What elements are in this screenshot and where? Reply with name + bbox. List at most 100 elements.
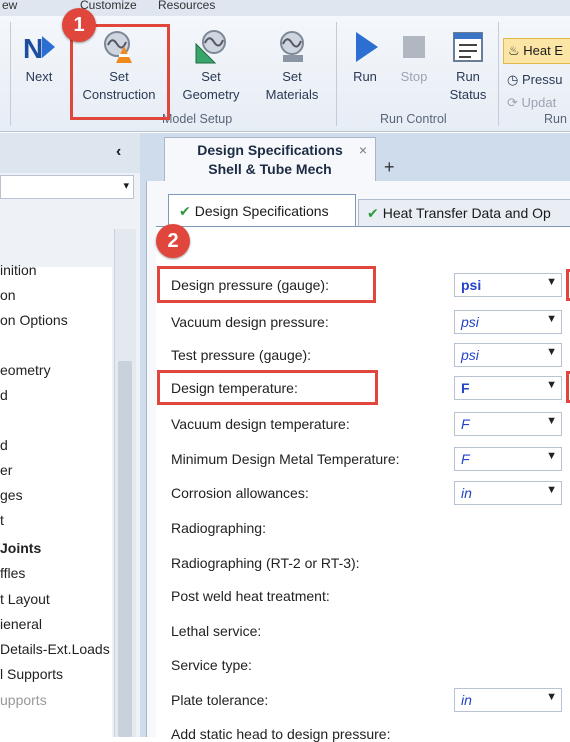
tree-item[interactable]: ieneral xyxy=(0,616,42,632)
update-icon: ⟳ xyxy=(507,95,518,110)
tree-item[interactable]: on xyxy=(0,287,16,303)
next-arrow-icon: N xyxy=(23,33,55,64)
geometry-icon xyxy=(195,30,226,64)
tree-item[interactable]: on Options xyxy=(0,312,68,328)
tab-heat-transfer-data[interactable]: ✔ Heat Transfer Data and Op xyxy=(358,199,570,226)
run-status-icon xyxy=(453,32,483,62)
unit-select[interactable]: F ▼ xyxy=(454,447,562,471)
run-status-button[interactable]: Run Status xyxy=(444,30,492,104)
gauge-icon: ◷ xyxy=(507,72,519,87)
run-label: Run xyxy=(353,69,377,84)
highlight-design-temperature-value xyxy=(566,371,570,403)
ribbon-separator xyxy=(10,22,11,126)
dropdown-arrow-icon: ▼ xyxy=(546,346,557,358)
add-tab-icon[interactable]: + xyxy=(384,157,395,178)
stop-button[interactable]: Stop xyxy=(394,30,434,86)
menu-view[interactable]: ew xyxy=(2,0,17,12)
dropdown-arrow-icon: ▼ xyxy=(546,379,557,391)
run-button[interactable]: Run xyxy=(346,30,384,86)
tree-item[interactable]: d xyxy=(0,387,8,403)
set-geometry-button[interactable]: Set Geometry xyxy=(176,30,246,104)
tab-design-specifications-label: Design Specifications xyxy=(194,203,329,219)
heat-exchanger-icon: ♨ xyxy=(508,43,520,58)
unit-select[interactable]: psi ▼ xyxy=(454,273,562,297)
field-label: Minimum Design Metal Temperature: xyxy=(171,451,400,467)
tree-item[interactable]: d xyxy=(0,437,8,453)
svg-text:N: N xyxy=(23,33,43,64)
tree-item[interactable]: ffles xyxy=(0,565,25,581)
document-tab[interactable]: Design Specifications Shell & Tube Mech … xyxy=(164,137,376,181)
unit-select[interactable]: in ▼ xyxy=(454,481,562,505)
next-label: Next xyxy=(25,69,53,84)
unit-value: in xyxy=(461,485,472,501)
field-label: Plate tolerance: xyxy=(171,692,269,708)
document-tab-title: Design Specifications xyxy=(197,142,343,158)
close-icon[interactable]: × xyxy=(359,141,367,160)
play-icon xyxy=(356,32,378,62)
run-control-group-label: Run Control xyxy=(380,112,447,126)
set-geometry-label-1: Set xyxy=(201,69,221,84)
pressure-button[interactable]: ◷ Pressu xyxy=(507,72,562,88)
field-label: Test pressure (gauge): xyxy=(171,347,312,363)
unit-value: F xyxy=(461,416,470,432)
next-button[interactable]: N Next xyxy=(16,30,62,86)
tab-heat-transfer-data-label: Heat Transfer Data and Op xyxy=(382,205,551,221)
field-label: Service type: xyxy=(171,657,252,673)
run-status-label-1: Run xyxy=(456,69,480,84)
collapse-chevron-icon[interactable]: ‹ xyxy=(116,143,121,161)
field-label: Vacuum design temperature: xyxy=(171,416,350,432)
tree-item[interactable]: ges xyxy=(0,487,23,503)
tree-item[interactable]: l Supports xyxy=(0,666,63,682)
step-badge-2: 2 xyxy=(156,224,190,258)
unit-select[interactable]: F ▼ xyxy=(454,376,562,400)
heat-exchanger-button[interactable]: ♨ Heat E xyxy=(503,38,570,64)
materials-icon xyxy=(280,31,304,62)
left-panel-header: ‹ xyxy=(0,133,140,173)
tree-item[interactable]: Joints xyxy=(0,540,41,556)
unit-select[interactable]: F ▼ xyxy=(454,412,562,436)
dropdown-arrow-icon: ▼ xyxy=(546,313,557,325)
set-materials-button[interactable]: Set Materials xyxy=(256,30,328,104)
unit-select[interactable]: in ▼ xyxy=(454,688,562,712)
tree-item[interactable]: upports xyxy=(0,692,47,708)
heat-exchanger-label: Heat E xyxy=(523,43,564,58)
set-materials-label-1: Set xyxy=(282,69,302,84)
dropdown-arrow-icon: ▼ xyxy=(546,484,557,496)
tab-design-specifications[interactable]: ✔ Design Specifications xyxy=(168,194,356,226)
field-label: Radiographing: xyxy=(171,520,266,536)
unit-value: F xyxy=(461,380,470,396)
chevron-down-icon: ▾ xyxy=(123,180,129,192)
menu-resources[interactable]: Resources xyxy=(158,0,215,12)
tree-item[interactable]: inition xyxy=(0,262,37,278)
stop-label: Stop xyxy=(400,69,428,84)
tree-item[interactable]: Details-Ext.Loads xyxy=(0,641,110,657)
tree-item[interactable]: er xyxy=(0,462,12,478)
model-setup-group-label: Model Setup xyxy=(162,112,233,126)
highlight-design-temperature xyxy=(157,370,378,405)
field-label: Vacuum design pressure: xyxy=(171,314,329,330)
field-label: Add static head to design pressure: xyxy=(171,726,391,742)
run-status-label-2: Status xyxy=(449,87,487,102)
field-label: Corrosion allowances: xyxy=(171,485,309,501)
checkmark-icon: ✔ xyxy=(179,203,191,219)
stop-icon xyxy=(403,36,425,58)
unit-value: psi xyxy=(461,314,479,330)
unit-select[interactable]: psi ▼ xyxy=(454,310,562,334)
checkmark-icon: ✔ xyxy=(367,205,379,221)
tree-item[interactable]: t xyxy=(0,512,4,528)
navigation-combo[interactable]: ▾ xyxy=(0,175,134,199)
ribbon-separator xyxy=(336,22,337,126)
document-tab-subtitle: Shell & Tube Mech xyxy=(208,161,332,177)
unit-value: psi xyxy=(461,347,479,363)
tree-item[interactable]: t Layout xyxy=(0,591,50,607)
dropdown-arrow-icon: ▼ xyxy=(546,276,557,288)
field-label: Post weld heat treatment: xyxy=(171,588,330,604)
left-panel-scroll-thumb[interactable] xyxy=(118,361,132,737)
unit-select[interactable]: psi ▼ xyxy=(454,343,562,367)
dropdown-arrow-icon: ▼ xyxy=(546,691,557,703)
unit-value: psi xyxy=(461,277,482,293)
set-geometry-label-2: Geometry xyxy=(182,87,240,102)
tree-item[interactable]: eometry xyxy=(0,362,51,378)
unit-value: in xyxy=(461,692,472,708)
update-button[interactable]: ⟳ Updat xyxy=(507,95,556,111)
